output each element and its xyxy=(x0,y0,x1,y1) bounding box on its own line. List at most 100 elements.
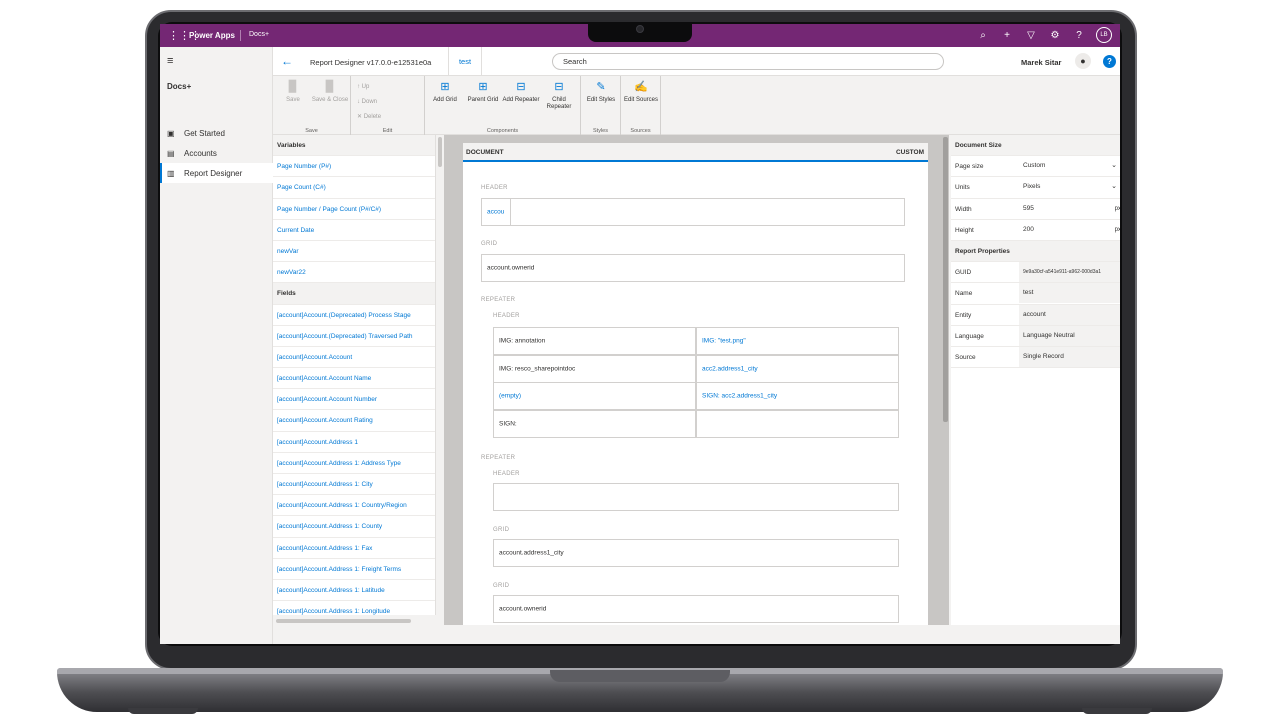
edit-styles-button[interactable]: ✎ Edit Styles xyxy=(582,80,620,104)
sidebar: ≡ Docs+ ▣ Get Started ▤ Accounts ▥ Repor… xyxy=(160,47,273,644)
laptop-foot-left xyxy=(128,708,198,714)
back-arrow-icon[interactable]: ← xyxy=(281,54,293,68)
sidebar-item-report-designer[interactable]: ▥ Report Designer xyxy=(160,163,273,183)
report-properties-header: Report Properties xyxy=(951,240,1120,263)
sidebar-item-accounts[interactable]: ▤ Accounts xyxy=(160,143,273,163)
plus-icon[interactable]: + xyxy=(1000,30,1014,41)
repeater-header-block[interactable] xyxy=(493,483,899,511)
section-label-repeater: REPEATER xyxy=(481,297,516,303)
field-item[interactable]: [account]Account.Address 1: Address Type xyxy=(273,453,435,474)
variable-item[interactable]: Page Number / Page Count (P#/C#) xyxy=(273,199,435,220)
sidebar-item-get-started[interactable]: ▣ Get Started xyxy=(160,123,273,143)
top-bar-icons: ⌕ + ▽ ⚙ ? LB xyxy=(976,27,1112,43)
ribbon-group-edit: ↑ Up ↓ Down ✕ Delete Edit xyxy=(351,76,425,135)
width-input[interactable]: 595 px xyxy=(1019,198,1120,219)
language-value[interactable]: Language Neutral xyxy=(1019,325,1120,346)
variable-item[interactable]: Page Count (C#) xyxy=(273,177,435,199)
field-item[interactable]: [account]Account.Address 1: Freight Term… xyxy=(273,559,435,580)
ribbon-group-label: Edit xyxy=(382,128,393,134)
field-item[interactable]: [account]Account.Address 1: Fax xyxy=(273,538,435,559)
down-button[interactable]: ↓ Down xyxy=(357,95,381,110)
field-item[interactable]: [account]Account.Address 1: Latitude xyxy=(273,580,435,602)
laptop-foot-right xyxy=(1082,708,1152,714)
variable-item[interactable]: Current Date xyxy=(273,220,435,241)
variables-header: Variables xyxy=(273,135,435,157)
field-item[interactable]: [account]Account.Address 1: City xyxy=(273,474,435,496)
add-repeater-button[interactable]: ⊟ Add Repeater xyxy=(502,80,540,104)
ribbon-group-label: Sources xyxy=(630,128,651,134)
header-cell[interactable]: accou xyxy=(482,199,511,225)
up-button[interactable]: ↑ Up xyxy=(357,80,381,95)
entity-value[interactable]: account xyxy=(1019,304,1120,325)
brand-name[interactable]: Power Apps xyxy=(189,31,235,40)
parent-grid-button[interactable]: ⊞ Parent Grid xyxy=(464,80,502,104)
repeater-cell[interactable]: SIGN: xyxy=(493,409,696,438)
name-value[interactable]: test xyxy=(1019,283,1120,304)
height-input[interactable]: 200 px xyxy=(1019,219,1120,240)
repeater-cell[interactable]: (empty) xyxy=(493,382,696,410)
search-icon[interactable]: ⌕ xyxy=(976,30,990,41)
help-icon[interactable]: ? xyxy=(1103,55,1116,68)
camera-icon xyxy=(636,25,644,33)
field-item[interactable]: [account]Account.Account Name xyxy=(273,368,435,390)
hamburger-icon[interactable]: ≡ xyxy=(167,55,173,67)
field-item[interactable]: [account]Account.(Deprecated) Traversed … xyxy=(273,326,435,347)
app-name[interactable]: Docs+ xyxy=(249,31,269,38)
ribbon-group-label: Styles xyxy=(593,128,608,134)
filter-icon[interactable]: ▽ xyxy=(1024,30,1038,41)
avatar[interactable]: LB xyxy=(1096,27,1112,43)
delete-button[interactable]: ✕ Delete xyxy=(357,110,381,125)
user-name[interactable]: Marek Sitar xyxy=(1021,58,1061,67)
repeater-cell[interactable]: IMG: "test.png" xyxy=(696,327,899,355)
grid-cell[interactable]: account.address1_city xyxy=(493,539,899,567)
design-canvas: DOCUMENT CUSTOM HEADER accou GRID accoun… xyxy=(444,135,949,625)
grid-plus-icon: ⊞ xyxy=(440,81,450,93)
child-repeater-button[interactable]: ⊟ Child Repeater xyxy=(540,80,578,111)
section-label-header: HEADER xyxy=(481,185,508,191)
variable-item[interactable]: newVar22 xyxy=(273,262,435,284)
source-row: Source Single Record xyxy=(951,346,1120,369)
save-button[interactable]: ▉ Save xyxy=(274,80,312,104)
edit-button-list: ↑ Up ↓ Down ✕ Delete xyxy=(357,80,381,125)
field-item[interactable]: [account]Account.Account xyxy=(273,347,435,369)
field-item[interactable]: [account]Account.Address 1: Country/Regi… xyxy=(273,495,435,517)
field-item[interactable]: [account]Account.Account Rating xyxy=(273,410,435,432)
search-input[interactable]: Search xyxy=(552,53,944,70)
grid-cell[interactable]: account.ownerid xyxy=(493,595,899,623)
variable-item[interactable]: newVar xyxy=(273,241,435,263)
tab-test[interactable]: test xyxy=(448,47,482,76)
gear-icon[interactable]: ⚙ xyxy=(1048,30,1062,41)
name-row: Name test xyxy=(951,283,1120,305)
field-item[interactable]: [account]Account.Address 1: Longitude xyxy=(273,601,435,615)
field-item[interactable]: [account]Account.Account Number xyxy=(273,389,435,411)
repeater-plus-icon: ⊟ xyxy=(516,81,526,93)
repeater-cell[interactable]: IMG: resco_sharepointdoc xyxy=(493,354,696,383)
ribbon-group-label: Components xyxy=(486,128,519,134)
section-label-grid: GRID xyxy=(493,583,510,589)
source-value[interactable]: Single Record xyxy=(1019,346,1120,367)
left-panel-scrollbar[interactable] xyxy=(438,137,442,167)
field-item[interactable]: [account]Account.Address 1: County xyxy=(273,516,435,538)
add-grid-button[interactable]: ⊞ Add Grid xyxy=(426,80,464,104)
repeater-cell[interactable] xyxy=(696,409,899,438)
left-panel-horizontal-scrollbar[interactable] xyxy=(276,619,411,623)
question-icon[interactable]: ? xyxy=(1072,30,1086,41)
save-close-button[interactable]: ▉ Save & Close xyxy=(311,80,349,104)
page-size-dropdown[interactable]: Custom ⌄ xyxy=(1019,156,1120,177)
repeater-cell[interactable]: acc2.address1_city xyxy=(696,354,899,383)
chevron-down-icon: ⌄ xyxy=(1111,183,1117,191)
field-item[interactable]: [account]Account.(Deprecated) Process St… xyxy=(273,305,435,326)
header-block[interactable]: accou xyxy=(481,198,905,226)
screen: ⋮⋮⋮ Power Apps Docs+ ⌕ + ▽ ⚙ ? LB ≡ Docs… xyxy=(160,24,1120,644)
repeater-cell[interactable]: SIGN: acc2.address1_city xyxy=(696,382,899,410)
canvas-scrollbar[interactable] xyxy=(943,137,948,422)
repeater-cell[interactable]: IMG: annotation xyxy=(493,327,696,355)
document-mode[interactable]: CUSTOM xyxy=(896,149,924,156)
person-icon[interactable]: ● xyxy=(1075,53,1091,69)
edit-sources-button[interactable]: ✍ Edit Sources xyxy=(622,80,660,104)
grid-cell[interactable]: account.ownerid xyxy=(481,254,905,282)
field-item[interactable]: [account]Account.Address 1 xyxy=(273,432,435,453)
variable-item[interactable]: Page Number (P#) xyxy=(273,156,435,178)
units-dropdown[interactable]: Pixels ⌄ xyxy=(1019,177,1120,198)
chevron-down-icon: ⌄ xyxy=(1111,162,1117,170)
